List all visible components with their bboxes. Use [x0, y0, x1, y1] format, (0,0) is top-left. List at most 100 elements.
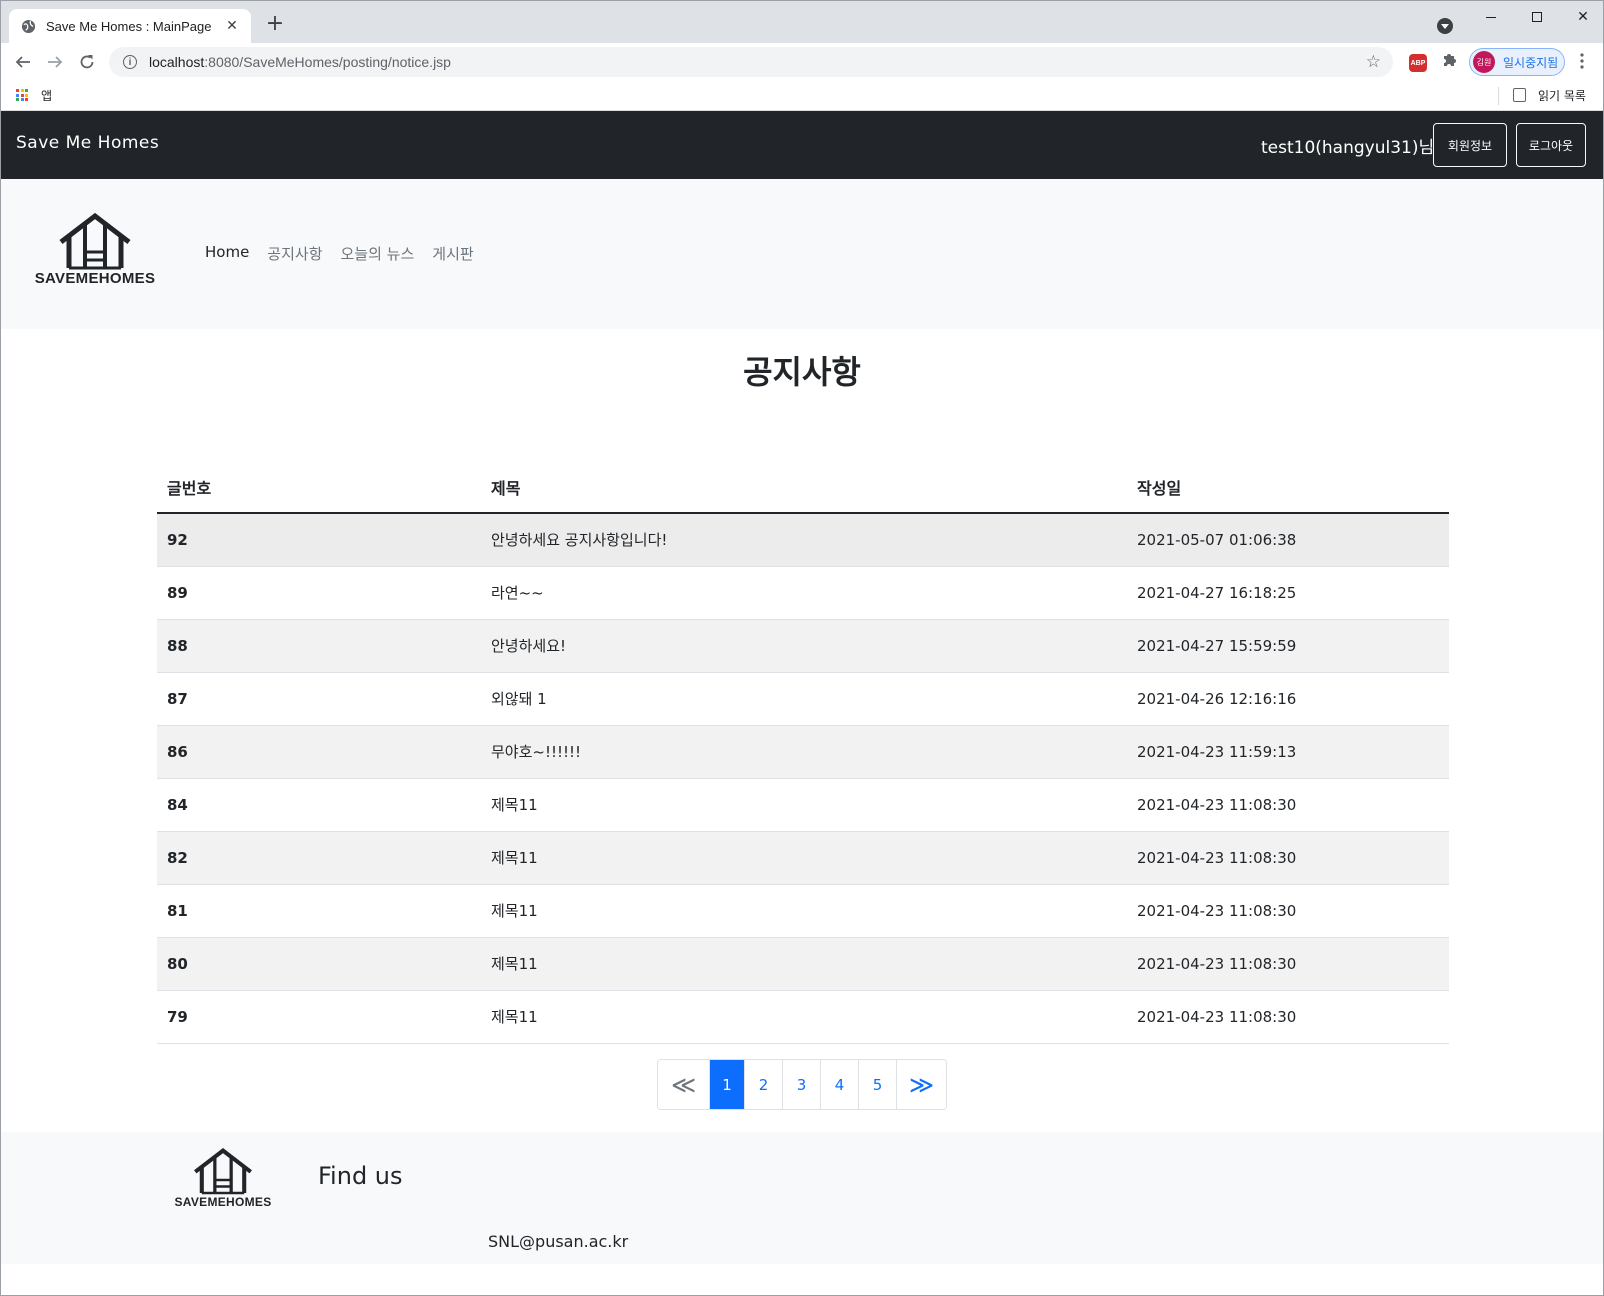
- new-tab-icon[interactable]: +: [263, 13, 287, 37]
- bookmark-star-icon[interactable]: ☆: [1366, 52, 1381, 72]
- browser-tab[interactable]: Save Me Homes : MainPage ✕: [9, 9, 251, 43]
- post-number: 81: [157, 884, 481, 938]
- pagination-next-icon[interactable]: ≫: [896, 1060, 946, 1109]
- pagination-prev-icon[interactable]: ≪: [658, 1060, 709, 1109]
- logout-button[interactable]: 로그아웃: [1516, 123, 1586, 167]
- post-title[interactable]: 무야호~!!!!!!: [481, 725, 1127, 779]
- top-navbar: Save Me Homes test10(hangyul31)님 회원정보 로그…: [1, 111, 1603, 179]
- close-tab-icon[interactable]: ✕: [223, 17, 241, 35]
- post-title[interactable]: 제목11: [481, 884, 1127, 938]
- post-number: 82: [157, 831, 481, 885]
- main-content: 공지사항 글번호 제목 작성일 92 안녕하세요 공지사항입니다! 2021-0…: [1, 329, 1603, 1149]
- post-title[interactable]: 안녕하세요!: [481, 619, 1127, 673]
- table-header-row: 글번호 제목 작성일: [157, 461, 1449, 514]
- post-number: 88: [157, 619, 481, 673]
- main-nav: SAVEMEHOMES Home 공지사항 오늘의 뉴스 게시판: [1, 179, 1603, 329]
- site-logo[interactable]: SAVEMEHOMES: [30, 212, 160, 292]
- url-path: :8080/SaveMeHomes/posting/notice.jsp: [204, 54, 451, 70]
- apps-grid-icon[interactable]: [16, 89, 28, 101]
- apps-label[interactable]: 앱: [41, 87, 52, 104]
- table-row[interactable]: 84 제목11 2021-04-23 11:08:30: [157, 778, 1449, 832]
- window-close-icon[interactable]: ✕: [1560, 1, 1604, 33]
- post-date: 2021-04-23 11:08:30: [1127, 990, 1449, 1044]
- post-date: 2021-04-23 11:08:30: [1127, 884, 1449, 938]
- reading-list-icon[interactable]: [1513, 88, 1526, 102]
- post-date: 2021-04-26 12:16:16: [1127, 672, 1449, 726]
- post-date: 2021-04-27 16:18:25: [1127, 566, 1449, 620]
- post-date: 2021-05-07 01:06:38: [1127, 513, 1449, 567]
- post-title[interactable]: 제목11: [481, 937, 1127, 991]
- find-us-heading: Find us: [318, 1162, 403, 1190]
- post-date: 2021-04-27 15:59:59: [1127, 619, 1449, 673]
- reload-icon[interactable]: [75, 50, 99, 74]
- tab-strip: Save Me Homes : MainPage ✕ + ✕: [1, 1, 1603, 43]
- table-row[interactable]: 92 안녕하세요 공지사항입니다! 2021-05-07 01:06:38: [157, 513, 1449, 567]
- browser-window: Save Me Homes : MainPage ✕ + ✕ i localho…: [0, 0, 1604, 1296]
- profile-paused-label: 일시중지됨: [1503, 55, 1559, 70]
- contact-email[interactable]: SNL@pusan.ac.kr: [488, 1232, 628, 1251]
- kebab-menu-icon[interactable]: [1577, 53, 1587, 69]
- post-title[interactable]: 제목11: [481, 990, 1127, 1044]
- footer-logo: SAVEMEHOMES: [169, 1147, 277, 1209]
- column-header-number: 글번호: [157, 461, 481, 514]
- page-link-3[interactable]: 3: [782, 1060, 820, 1109]
- post-date: 2021-04-23 11:08:30: [1127, 937, 1449, 991]
- table-row[interactable]: 86 무야호~!!!!!! 2021-04-23 11:59:13: [157, 725, 1449, 779]
- page-title: 공지사항: [743, 353, 861, 391]
- pagination: ≪ 1 2 3 4 5 ≫: [657, 1059, 947, 1110]
- back-arrow-icon[interactable]: [11, 50, 35, 74]
- post-number: 92: [157, 513, 481, 567]
- site-info-icon[interactable]: i: [123, 55, 137, 69]
- forward-arrow-icon[interactable]: [43, 50, 67, 74]
- post-title[interactable]: 외않돼 1: [481, 672, 1127, 726]
- brand-link[interactable]: Save Me Homes: [16, 133, 159, 153]
- post-title[interactable]: 제목11: [481, 778, 1127, 832]
- table-row[interactable]: 87 외않돼 1 2021-04-26 12:16:16: [157, 672, 1449, 726]
- notice-table: 글번호 제목 작성일 92 안녕하세요 공지사항입니다! 2021-05-07 …: [157, 461, 1449, 1044]
- post-number: 86: [157, 725, 481, 779]
- post-number: 79: [157, 990, 481, 1044]
- post-title[interactable]: 제목11: [481, 831, 1127, 885]
- nav-link-notice[interactable]: 공지사항: [267, 243, 322, 264]
- url-host: localhost: [149, 54, 205, 70]
- page-link-2[interactable]: 2: [744, 1060, 782, 1109]
- post-title[interactable]: 안녕하세요 공지사항입니다!: [481, 513, 1127, 567]
- browser-toolbar: i localhost:8080/SaveMeHomes/posting/not…: [1, 43, 1603, 81]
- bookmarks-bar: 앱 읽기 목록: [1, 81, 1603, 111]
- table-row[interactable]: 89 라연~~ 2021-04-27 16:18:25: [157, 566, 1449, 620]
- divider: [1498, 87, 1499, 105]
- user-greeting: test10(hangyul31)님: [1261, 138, 1435, 158]
- post-title[interactable]: 라연~~: [481, 566, 1127, 620]
- column-header-date: 작성일: [1127, 461, 1449, 514]
- table-row[interactable]: 88 안녕하세요! 2021-04-27 15:59:59: [157, 619, 1449, 673]
- nav-link-news[interactable]: 오늘의 뉴스: [341, 243, 415, 264]
- member-info-button[interactable]: 회원정보: [1433, 123, 1507, 167]
- maximize-icon[interactable]: [1514, 1, 1560, 33]
- address-bar[interactable]: i localhost:8080/SaveMeHomes/posting/not…: [109, 47, 1393, 77]
- post-number: 87: [157, 672, 481, 726]
- nav-link-home[interactable]: Home: [205, 243, 249, 264]
- url-text: localhost:8080/SaveMeHomes/posting/notic…: [149, 54, 451, 70]
- adblock-icon[interactable]: ABP: [1409, 54, 1427, 72]
- table-row[interactable]: 82 제목11 2021-04-23 11:08:30: [157, 831, 1449, 885]
- page-link-5[interactable]: 5: [858, 1060, 896, 1109]
- table-row[interactable]: 79 제목11 2021-04-23 11:08:30: [157, 990, 1449, 1044]
- page-link-4[interactable]: 4: [820, 1060, 858, 1109]
- table-row[interactable]: 81 제목11 2021-04-23 11:08:30: [157, 884, 1449, 938]
- post-number: 80: [157, 937, 481, 991]
- footer: SAVEMEHOMES Find us SNL@pusan.ac.kr: [1, 1132, 1603, 1264]
- table-row[interactable]: 80 제목11 2021-04-23 11:08:30: [157, 937, 1449, 991]
- web-page: Save Me Homes test10(hangyul31)님 회원정보 로그…: [1, 111, 1603, 1296]
- house-logo-icon: [194, 1148, 252, 1195]
- house-logo-icon: [59, 212, 131, 270]
- reading-list-label[interactable]: 읽기 목록: [1538, 87, 1586, 104]
- extensions-puzzle-icon[interactable]: [1441, 52, 1457, 72]
- profile-button[interactable]: 김원 일시중지됨: [1469, 48, 1565, 76]
- post-number: 89: [157, 566, 481, 620]
- tab-search-icon[interactable]: [1437, 18, 1453, 34]
- nav-links: Home 공지사항 오늘의 뉴스 게시판: [205, 243, 492, 264]
- nav-link-board[interactable]: 게시판: [432, 243, 473, 264]
- minimize-icon[interactable]: [1468, 1, 1514, 33]
- profile-avatar: 김원: [1473, 51, 1495, 73]
- page-link-1[interactable]: 1: [709, 1060, 744, 1109]
